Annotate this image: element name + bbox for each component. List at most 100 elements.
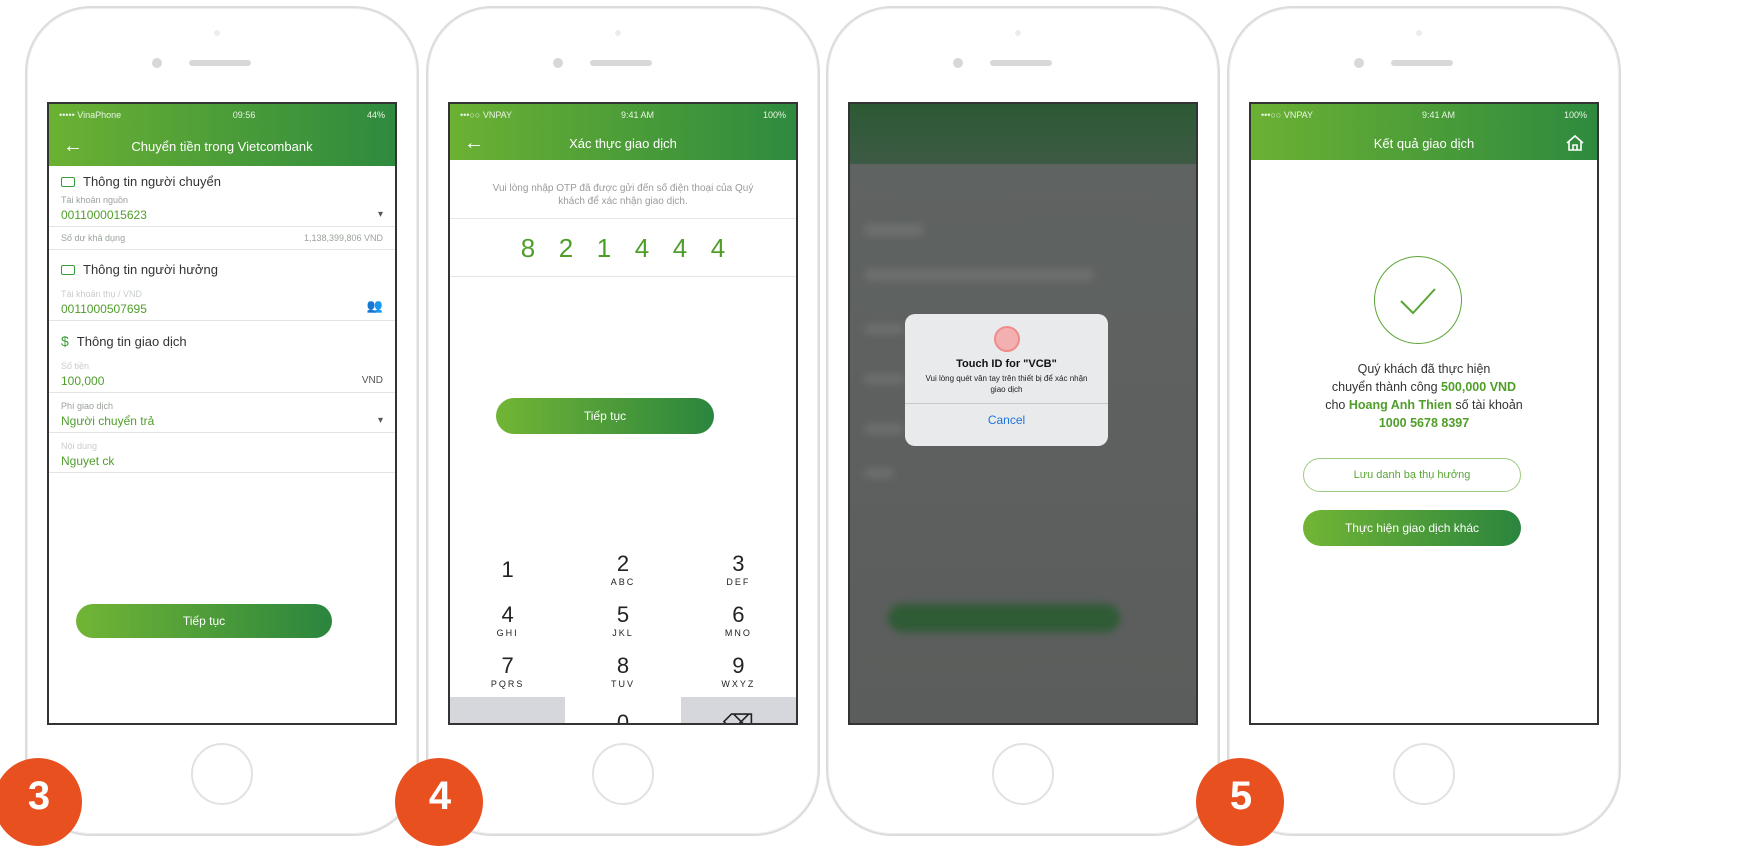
proximity-sensor xyxy=(1015,30,1021,36)
home-button xyxy=(992,743,1054,805)
step-badge: 5 xyxy=(1196,758,1284,846)
new-transaction-button[interactable]: Thực hiện giao dịch khác xyxy=(1303,510,1521,546)
dollar-icon: $ xyxy=(61,333,69,349)
balance-row: Số dư khả dụng 1,138,399,806 VND xyxy=(49,231,395,250)
result-message: Quý khách đã thực hiện chuyển thành công… xyxy=(1251,360,1597,432)
field-label: Số tiền xyxy=(61,361,90,371)
result-line: 1000 5678 8397 xyxy=(1251,414,1597,432)
result-line: Quý khách đã thực hiện xyxy=(1357,362,1491,376)
cancel-button[interactable]: Cancel xyxy=(905,403,1108,427)
dialog-title: Touch ID for "VCB" xyxy=(956,358,1057,370)
otp-digit: 4 xyxy=(710,233,726,263)
section-header: $ Thông tin giao dịch xyxy=(49,325,395,353)
result-line: cho Hoang Anh Thien số tài khoản xyxy=(1251,396,1597,414)
clock-label: 9:41 AM xyxy=(1421,110,1455,120)
keypad-key[interactable]: 6 MNO xyxy=(681,595,796,646)
contacts-icon[interactable]: 👥 xyxy=(367,298,383,314)
blurred-content xyxy=(864,269,1094,281)
phone-frame: •••○○ VNPAY 9:41 AM 100% Kết quả giao dị… xyxy=(1227,6,1621,836)
nav-bar: Kết quả giao dịch xyxy=(1251,126,1597,160)
keypad-key[interactable]: 1 xyxy=(450,544,565,595)
back-arrow-icon[interactable]: ← xyxy=(63,136,83,156)
phone-screen: •••○○ VNPAY 9:41 AM 100% Kết quả giao dị… xyxy=(1249,102,1599,725)
key-letters: MNO xyxy=(724,627,752,638)
recipient-account: 1000 5678 8397 xyxy=(1378,416,1470,430)
receiver-account-field[interactable]: Tài khoản thụ / VND 0011000507695 👥 xyxy=(49,287,395,321)
key-letters: DEF xyxy=(726,576,751,587)
carrier-label: ••••• VinaPhone xyxy=(59,110,122,120)
field-value: Nguyet ck xyxy=(61,454,115,468)
otp-digit: 4 xyxy=(634,233,650,263)
clock-label: 9:41 AM xyxy=(620,110,654,120)
nav-bar: ← Xác thực giao dịch xyxy=(450,126,796,160)
content-field[interactable]: Nội dung Nguyet ck xyxy=(49,439,395,473)
home-button xyxy=(191,743,253,805)
proximity-sensor xyxy=(1416,30,1422,36)
otp-digit: 2 xyxy=(558,233,574,263)
clock-label: 09:56 xyxy=(232,110,256,120)
front-camera xyxy=(152,58,162,68)
success-check-icon xyxy=(1374,256,1462,344)
battery-label: 100% xyxy=(762,110,786,120)
keypad-key[interactable]: 9 WXYZ xyxy=(681,646,796,697)
key-number: 7 xyxy=(501,652,514,678)
blurred-content xyxy=(864,324,904,334)
amount-field[interactable]: Số tiền 100,000 VND xyxy=(49,359,395,393)
continue-button[interactable]: Tiếp tục xyxy=(496,398,714,434)
key-letters: PQRS xyxy=(490,678,525,689)
section-header: Thông tin người chuyển xyxy=(49,166,395,193)
keypad-key[interactable]: 3 DEF xyxy=(681,544,796,595)
result-text: số tài khoản xyxy=(1451,398,1523,412)
field-label: Nội dung xyxy=(61,441,98,451)
backspace-icon: ⌫ xyxy=(722,709,754,725)
fingerprint-icon xyxy=(993,326,1020,352)
keypad-key[interactable]: 0 xyxy=(565,697,680,723)
keypad-key[interactable]: 5 JKL xyxy=(565,595,680,646)
field-value: Người chuyển trả xyxy=(61,414,155,428)
field-value: 100,000 xyxy=(61,374,105,388)
section-title: Thông tin giao dịch xyxy=(76,333,187,349)
status-bar: •••○○ VNPAY 9:41 AM 100% xyxy=(450,104,796,126)
source-account-field[interactable]: Tài khoản nguồn 0011000015623 ▾ xyxy=(49,193,395,227)
dialog-message: Vui lòng quét vân tay trên thiết bị để x… xyxy=(925,374,1088,394)
result-line: chuyển thành công 500,000 VND xyxy=(1251,378,1597,396)
back-arrow-icon[interactable]: ← xyxy=(464,133,484,153)
phone-frame: ••••• VinaPhone 09:56 44% ← Chuyển tiền … xyxy=(25,6,419,836)
phone-screen: ••••• VinaPhone 09:56 44% ← Chuyển tiền … xyxy=(47,102,397,725)
blank-key xyxy=(450,697,566,723)
blurred-content xyxy=(864,374,904,384)
phone-frame: •••○○ VNPAY 9:41 AM 100% ← Xác thực giao… xyxy=(426,6,820,836)
phone-frame: Touch ID for "VCB" Vui lòng quét vân tay… xyxy=(826,6,1220,836)
home-button xyxy=(1393,743,1455,805)
fee-field[interactable]: Phí giao dịch Người chuyển trả ▾ xyxy=(49,399,395,433)
backspace-key[interactable]: ⌫ xyxy=(680,697,796,725)
battery-label: 100% xyxy=(1563,110,1587,120)
keypad-key[interactable]: 2 ABC xyxy=(565,544,680,595)
blurred-content xyxy=(864,224,924,236)
key-letters: WXYZ xyxy=(721,678,756,689)
card-icon xyxy=(61,176,75,187)
status-bar: ••••• VinaPhone 09:56 44% xyxy=(49,104,395,126)
section-header: Thông tin người hưởng xyxy=(49,254,395,281)
key-number: 3 xyxy=(732,550,745,576)
keypad-key[interactable]: 8 TUV xyxy=(565,646,680,697)
save-beneficiary-button[interactable]: Lưu danh bạ thụ hưởng xyxy=(1303,458,1521,492)
earpiece-speaker xyxy=(1391,60,1453,66)
home-button xyxy=(592,743,654,805)
nav-bar: ← Chuyển tiền trong Vietcombank xyxy=(49,126,395,166)
otp-digit: 8 xyxy=(520,233,536,263)
keypad-key[interactable]: 4 GHI xyxy=(450,595,565,646)
continue-button[interactable]: Tiếp tục xyxy=(76,604,332,638)
home-icon[interactable] xyxy=(1565,134,1585,155)
carrier-label: •••○○ VNPAY xyxy=(1261,110,1314,120)
result-text: chuyển thành công xyxy=(1331,380,1442,394)
field-label: Tài khoản nguồn xyxy=(61,195,129,205)
carrier-label: •••○○ VNPAY xyxy=(460,110,513,120)
field-label: Phí giao dịch xyxy=(61,401,114,411)
otp-display[interactable]: 821444 xyxy=(450,219,796,277)
phone-screen: •••○○ VNPAY 9:41 AM 100% ← Xác thực giao… xyxy=(448,102,798,725)
keypad-key[interactable]: 7 PQRS xyxy=(450,646,565,697)
page-title: Kết quả giao dịch xyxy=(1373,135,1475,151)
key-letters: JKL xyxy=(612,627,634,638)
key-number: 9 xyxy=(732,652,745,678)
